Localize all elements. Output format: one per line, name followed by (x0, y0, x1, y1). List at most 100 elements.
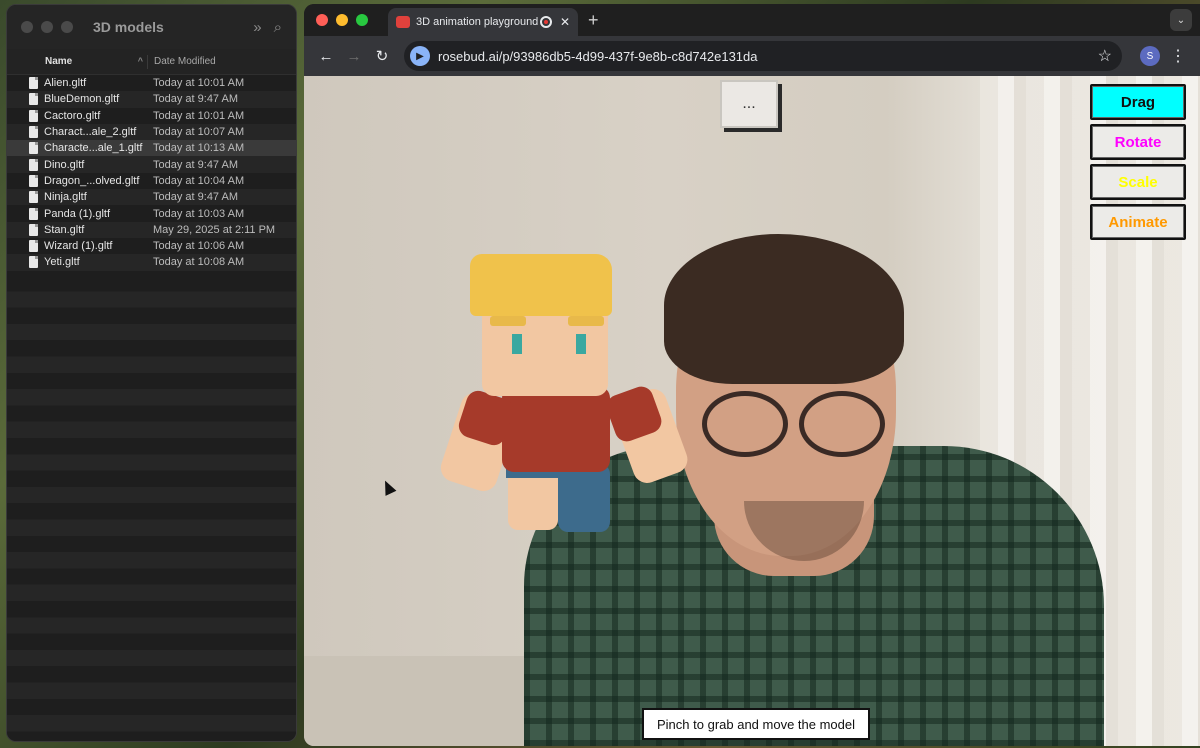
close-window-button[interactable] (316, 14, 328, 26)
document-icon (29, 174, 38, 187)
document-icon (29, 93, 38, 106)
search-icon[interactable]: ⌕ (274, 19, 282, 36)
rotate-mode-button[interactable]: Rotate (1090, 124, 1186, 160)
profile-avatar[interactable]: S (1140, 46, 1160, 66)
file-date: Today at 10:08 AM (153, 256, 245, 269)
browser-window: 3D animation playground ✕ + ⌄ ← → ↻ ▶ ro… (304, 4, 1200, 746)
document-icon (29, 142, 38, 155)
file-name: Yeti.gltf (44, 256, 80, 269)
file-date: Today at 10:06 AM (153, 240, 245, 253)
browser-toolbar: ← → ↻ ▶ rosebud.ai/p/93986db5-4d99-437f-… (304, 36, 1200, 76)
sort-caret-icon: ^ (137, 56, 143, 66)
recording-icon (539, 16, 552, 28)
bookmark-star-icon[interactable]: ☆ (1098, 46, 1112, 66)
model-right-eye (576, 334, 586, 354)
animate-mode-button[interactable]: Animate (1090, 204, 1186, 240)
webcam-viewport[interactable]: ... Drag Rotate Scale Animate Pinch to g… (304, 76, 1200, 746)
tab-active[interactable]: 3D animation playground ✕ (388, 8, 578, 36)
file-date: Today at 9:47 AM (153, 93, 238, 106)
file-name: Wizard (1).gltf (44, 240, 113, 253)
column-header: Name ^ Date Modified (7, 49, 296, 75)
file-date: Today at 9:47 AM (153, 158, 238, 171)
minimize-window-button[interactable] (336, 14, 348, 26)
file-date: May 29, 2025 at 2:11 PM (153, 223, 276, 236)
file-date: Today at 10:13 AM (153, 142, 245, 155)
finder-title: 3D models (93, 19, 164, 35)
model-left-brow (490, 316, 526, 326)
file-date: Today at 10:01 AM (153, 109, 245, 122)
file-row[interactable]: Characte...ale_1.gltf Today at 10:13 AM (7, 140, 296, 157)
finder-titlebar: 3D models » ⌕ (7, 5, 296, 49)
reload-icon[interactable]: ↻ (368, 47, 396, 65)
document-icon (29, 191, 38, 204)
zoom-dot[interactable] (61, 21, 73, 33)
file-row[interactable]: BlueDemon.gltf Today at 9:47 AM (7, 91, 296, 108)
model-right-leg (558, 464, 610, 532)
document-icon (29, 256, 38, 269)
file-date: Today at 10:04 AM (153, 174, 245, 187)
empty-list-area (7, 275, 296, 741)
scale-mode-button[interactable]: Scale (1090, 164, 1186, 200)
file-name: Charact...ale_2.gltf (44, 126, 137, 139)
close-dot[interactable] (21, 21, 33, 33)
document-icon (29, 207, 38, 220)
more-options-button[interactable]: ... (720, 80, 778, 128)
url-text[interactable]: rosebud.ai/p/93986db5-4d99-437f-9e8b-c8d… (438, 49, 1098, 64)
file-row[interactable]: Ninja.gltf Today at 9:47 AM (7, 189, 296, 206)
file-name: Characte...ale_1.gltf (44, 142, 143, 155)
camera-permission-icon[interactable]: ▶ (410, 46, 430, 66)
file-name: Panda (1).gltf (44, 207, 111, 220)
forward-icon[interactable]: → (340, 48, 368, 65)
document-icon (29, 158, 38, 171)
mouse-cursor-icon (379, 478, 397, 496)
tab-strip: 3D animation playground ✕ + ⌄ (304, 4, 1200, 36)
file-date: Today at 10:01 AM (153, 77, 245, 90)
glasses-right-lens (799, 391, 885, 457)
document-icon (29, 240, 38, 253)
file-name: Dragon_...olved.gltf (44, 174, 140, 187)
file-list: Alien.gltf Today at 10:01 AM BlueDemon.glt… (7, 75, 296, 271)
document-icon (29, 223, 38, 236)
file-row[interactable]: Wizard (1).gltf Today at 10:06 AM (7, 237, 296, 255)
tab-search-icon[interactable]: ⌄ (1170, 9, 1192, 31)
file-date: Today at 10:03 AM (153, 207, 245, 220)
document-icon (29, 126, 38, 139)
date-column-header[interactable]: Date Modified (148, 56, 216, 67)
file-date: Today at 10:07 AM (153, 126, 245, 139)
gesture-hint: Pinch to grab and move the model (642, 708, 871, 740)
finder-window: 3D models » ⌕ Name ^ Date Modified Alien… (6, 4, 297, 742)
file-name: Ninja.gltf (44, 191, 87, 204)
maximize-window-button[interactable] (356, 14, 368, 26)
model-torso (502, 386, 610, 472)
file-name: BlueDemon.gltf (44, 93, 120, 106)
model-right-brow (568, 316, 604, 326)
file-row[interactable]: Dino.gltf Today at 9:47 AM (7, 156, 296, 173)
file-row[interactable]: Alien.gltf Today at 10:01 AM (7, 75, 296, 92)
file-row[interactable]: Yeti.gltf Today at 10:08 AM (7, 254, 296, 271)
address-bar[interactable]: ▶ rosebud.ai/p/93986db5-4d99-437f-9e8b-c… (404, 41, 1122, 71)
new-tab-icon[interactable]: + (588, 10, 599, 31)
close-tab-icon[interactable]: ✕ (560, 15, 570, 29)
model-left-eye (512, 334, 522, 354)
name-column-header[interactable]: Name ^ (7, 56, 147, 67)
file-row[interactable]: Dragon_...olved.gltf Today at 10:04 AM (7, 172, 296, 190)
file-name: Cactoro.gltf (44, 109, 101, 122)
minimize-dot[interactable] (41, 21, 53, 33)
document-icon (29, 109, 38, 122)
chevrons-icon[interactable]: » (253, 19, 261, 36)
file-name: Stan.gltf (44, 223, 85, 236)
menu-kebab-icon[interactable]: ⋮ (1170, 46, 1186, 66)
file-row[interactable]: Charact...ale_2.gltf Today at 10:07 AM (7, 123, 296, 141)
tab-title: 3D animation playground (416, 16, 539, 28)
file-row[interactable]: Cactoro.gltf Today at 10:01 AM (7, 107, 296, 124)
model-hair (470, 254, 612, 316)
3d-character-model[interactable] (437, 246, 692, 536)
glasses-left-lens (702, 391, 788, 457)
drag-mode-button[interactable]: Drag (1090, 84, 1186, 120)
favicon-icon (396, 16, 410, 28)
file-row[interactable]: Stan.gltf May 29, 2025 at 2:11 PM (7, 221, 296, 238)
back-icon[interactable]: ← (312, 48, 340, 65)
hair (664, 234, 904, 384)
file-name: Alien.gltf (44, 77, 87, 90)
file-row[interactable]: Panda (1).gltf Today at 10:03 AM (7, 205, 296, 222)
